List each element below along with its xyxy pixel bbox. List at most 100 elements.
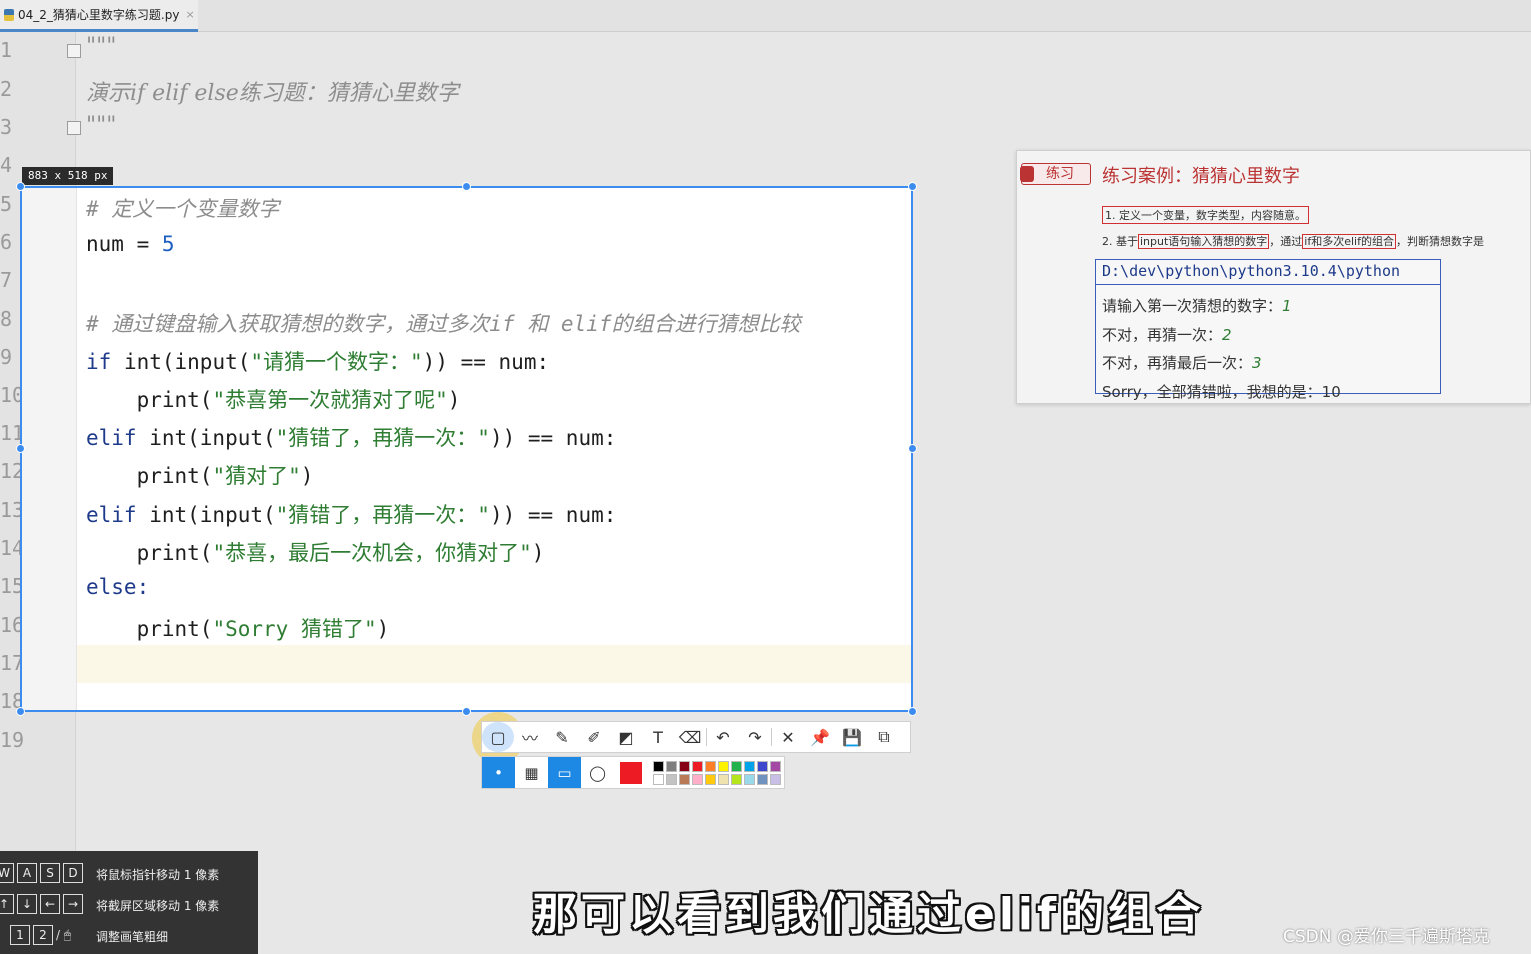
resize-handle-right[interactable] [908,444,917,453]
current-color-swatch[interactable] [614,757,647,788]
color-swatch[interactable] [705,760,716,772]
python-file-icon [4,8,14,21]
code-line-12: print("猜对了") [86,460,314,490]
screenshot-selection-area[interactable]: # 定义一个变量数字 num = 5 # 通过键盘输入获取猜想的数字，通过多次i… [20,186,913,712]
color-swatch[interactable] [679,773,690,785]
code-line-9: if int(input("请猜一个数字：")) == num: [86,346,549,376]
console-line: 不对，再猜最后一次：3 [1102,352,1262,373]
key: 1 [10,925,30,945]
hotkey-desc-2: 将截屏区域移动 1 像素 [96,899,220,913]
color-swatch[interactable] [692,760,703,772]
color-swatch[interactable] [692,773,703,785]
copy-icon[interactable]: ⧉ [868,722,900,752]
color-swatch[interactable] [666,760,677,772]
keyword: elif [86,503,150,527]
code-line-8: # 通过键盘输入获取猜想的数字，通过多次if 和 elif的组合进行猜想比较 [86,308,800,338]
redo-icon[interactable]: ↷ [739,722,771,752]
code-text: int(input( [149,503,276,527]
docstring-close: """ [86,113,117,138]
string-literal: "猜错了，再猜一次：" [275,503,490,527]
resize-handle-top-left[interactable] [16,182,25,191]
pin-icon[interactable]: 📌 [804,722,836,752]
string-literal: "猜对了" [212,464,301,488]
color-swatch[interactable] [744,760,755,772]
color-swatch[interactable] [770,773,781,785]
practice-point-2-text: 2. 基于 [1102,235,1138,248]
color-swatch[interactable] [731,773,742,785]
fill-pattern-icon[interactable]: ▦ [515,757,548,788]
drawing-options-bar: • ▦ ▭ ◯ [481,756,785,789]
color-swatch[interactable] [653,760,664,772]
color-swatch[interactable] [705,773,716,785]
eraser-icon[interactable]: ⌫ [674,722,706,752]
color-swatch[interactable] [770,760,781,772]
console-line: 不对，再猜一次：2 [1102,324,1232,345]
console-path: D:\dev\python\python3.10.4\python [1102,262,1401,280]
text-icon[interactable]: T [642,722,674,752]
console-input: 2 [1222,326,1232,344]
resize-handle-bottom[interactable] [462,707,471,716]
console-prompt: 不对，再猜最后一次： [1102,354,1253,372]
rect-select-icon[interactable]: ▢ [482,722,514,752]
key: ← [40,894,60,914]
string-literal: "Sorry 猜错了" [212,617,377,641]
keyword: else: [86,575,150,599]
console-output: D:\dev\python\python3.10.4\python 请输入第一次… [1095,259,1441,401]
ellipse-shape-icon[interactable]: ◯ [581,757,614,788]
color-swatch[interactable] [653,773,664,785]
editor-tab-bar: 04_2_猜猜心里数字练习题.py × [0,0,1531,32]
comment: 和 [514,312,561,336]
resize-handle-left[interactable] [16,444,25,453]
brush-size-icon[interactable]: • [482,757,515,788]
keyword: elif [86,426,150,450]
color-swatch[interactable] [679,760,690,772]
console-divider [1096,284,1440,285]
console-prompt: 请输入第一次猜想的数字： [1102,297,1283,315]
string-literal: "猜错了，再猜一次：" [275,426,490,450]
key: ↓ [17,894,37,914]
undo-icon[interactable]: ↶ [707,722,739,752]
save-icon[interactable]: 💾 [836,722,868,752]
color-swatch[interactable] [744,773,755,785]
fold-marker-icon[interactable] [67,121,81,135]
resize-handle-top-right[interactable] [908,182,917,191]
string-literal: "恭喜第一次就猜对了呢" [212,388,448,412]
key: D [63,863,83,883]
color-swatch[interactable] [731,760,742,772]
code-line-14: print("恭喜，最后一次机会，你猜对了") [86,537,545,567]
close-tab-icon[interactable]: × [185,8,194,21]
mosaic-icon[interactable]: ◩ [610,722,642,752]
color-swatch[interactable] [718,760,729,772]
code-line-16: print("Sorry 猜错了") [86,613,390,643]
polyline-icon[interactable]: 〰 [514,722,546,752]
resize-handle-top[interactable] [462,182,471,191]
fold-marker-icon[interactable] [67,44,81,58]
close-icon[interactable]: ✕ [772,722,804,752]
color-swatch[interactable] [666,773,677,785]
practice-tag: 练习 [1020,163,1091,185]
code-line-13: elif int(input("猜错了，再猜一次：")) == num: [86,499,616,529]
code-text: print( [86,388,213,412]
pencil-icon[interactable]: ✎ [546,722,578,752]
code-text: print( [86,464,213,488]
resize-handle-bottom-right[interactable] [908,707,917,716]
code-line-10: print("恭喜第一次就猜对了呢") [86,384,461,414]
console-prompt: 不对，再猜一次： [1102,326,1223,344]
comment: # 定义一个变量数字 [86,197,280,221]
string-literal: "恭喜，最后一次机会，你猜对了" [212,541,532,565]
comment: elif [560,312,612,336]
file-tab[interactable]: 04_2_猜猜心里数字练习题.py × [0,0,198,32]
rectangle-shape-icon[interactable]: ▭ [548,757,581,788]
color-swatch[interactable] [718,773,729,785]
key: → [63,894,83,914]
docstring-text: 演示if elif else练习题：猜猜心里数字 [86,81,459,106]
console-input: 3 [1252,354,1262,372]
comment: # 通过键盘输入获取猜想的数字，通过多次 [86,312,490,336]
code-text: print( [86,541,213,565]
code-text: num = [86,232,162,256]
resize-handle-bottom-left[interactable] [16,707,25,716]
color-swatch[interactable] [757,760,768,772]
color-palette [653,760,781,785]
marker-icon[interactable]: ✐ [578,722,610,752]
color-swatch[interactable] [757,773,768,785]
